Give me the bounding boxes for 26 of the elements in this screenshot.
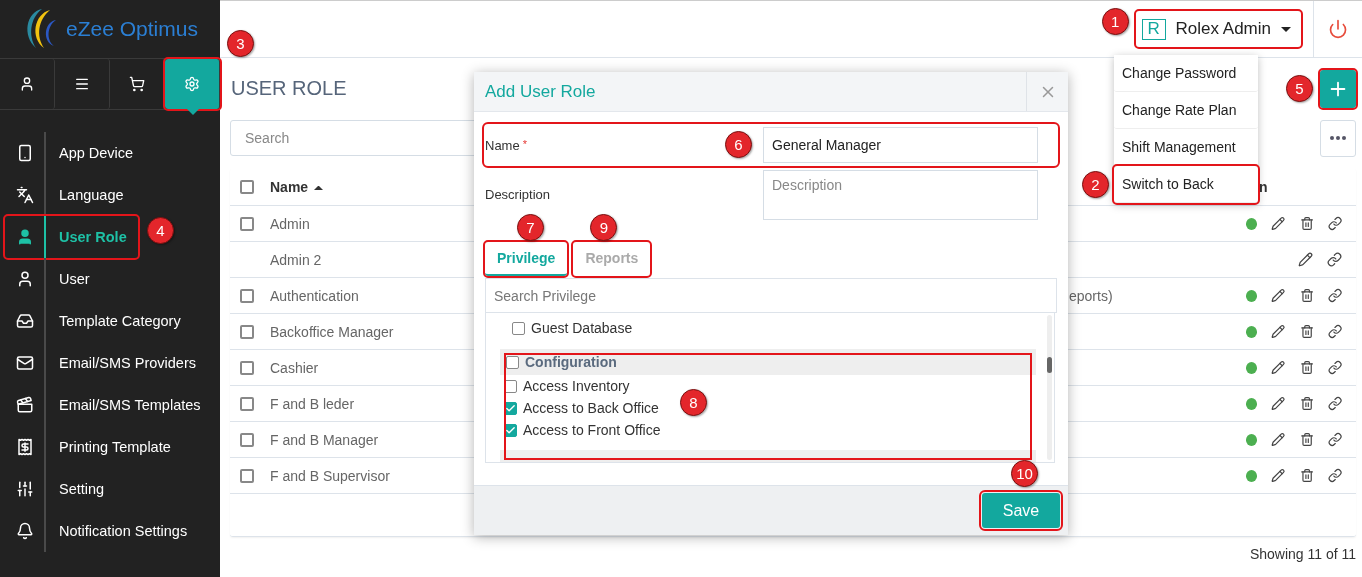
field-label: Name * xyxy=(485,137,527,153)
table-cell: F and B leder xyxy=(270,395,355,412)
callout-badge: 3 xyxy=(227,30,254,57)
table-cell: Backoffice Manager xyxy=(270,323,394,340)
record-count: Showing 11 of 11 xyxy=(1249,546,1356,562)
callout-badge: 7 xyxy=(517,214,544,241)
callout-badge: 2 xyxy=(1082,171,1109,198)
callout-badge: 4 xyxy=(147,217,174,244)
field-label: Description xyxy=(485,186,551,202)
table-cell: Admin xyxy=(270,215,310,232)
table-cell: Authentication xyxy=(270,287,359,304)
table-cell: eports) xyxy=(1069,287,1113,304)
callout-badge: 10 xyxy=(1011,460,1038,487)
logo-text: eZee Optimus xyxy=(66,17,198,41)
page-title: USER ROLE xyxy=(230,77,347,100)
callout-badge: 5 xyxy=(1286,74,1313,102)
callout-badge: 8 xyxy=(680,389,707,416)
dialog-title: Add User Role xyxy=(484,80,597,103)
callout-badge: 1 xyxy=(1101,8,1129,35)
table-cell: F and B Manager xyxy=(270,431,379,448)
callout-badge: 6 xyxy=(725,131,752,158)
table-cell: F and B Supervisor xyxy=(270,467,390,484)
table-cell: Cashier xyxy=(270,359,319,376)
callout-badge: 9 xyxy=(590,214,618,241)
user-initial: R xyxy=(1141,18,1166,40)
table-cell: Admin 2 xyxy=(270,251,322,268)
